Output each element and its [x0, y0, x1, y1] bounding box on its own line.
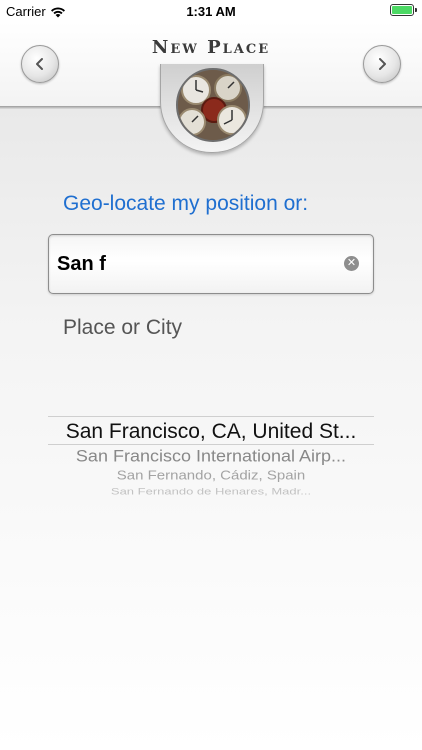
suggestions-picker[interactable]: San Francisco, CA, United St... San Fran… — [48, 416, 374, 496]
back-button[interactable] — [21, 45, 59, 83]
chevron-right-icon — [379, 58, 386, 70]
chevron-left-icon — [36, 58, 43, 70]
clocks-logo-icon — [176, 68, 250, 142]
place-search-input[interactable] — [55, 249, 329, 279]
place-or-city-label: Place or City — [63, 316, 183, 339]
picker-option[interactable]: San Francisco International Airp... — [48, 447, 374, 466]
picker-option[interactable]: San Fernando de Henares, Madr... — [48, 486, 374, 496]
page-title: New Place — [151, 37, 271, 58]
picker-option[interactable]: San Fernando, Cádiz, Spain — [48, 468, 374, 482]
battery-icon — [390, 4, 417, 16]
forward-button[interactable] — [363, 45, 401, 83]
clock: 1:31 AM — [186, 4, 236, 19]
picker-option[interactable]: San Francisco, CA, United St... — [48, 420, 374, 444]
clear-icon[interactable]: ✕ — [344, 256, 359, 271]
status-bar: Carrier 1:31 AM — [0, 0, 422, 22]
search-field-container: ✕ — [48, 234, 374, 294]
geo-locate-link[interactable]: Geo-locate my position or: — [63, 192, 308, 216]
